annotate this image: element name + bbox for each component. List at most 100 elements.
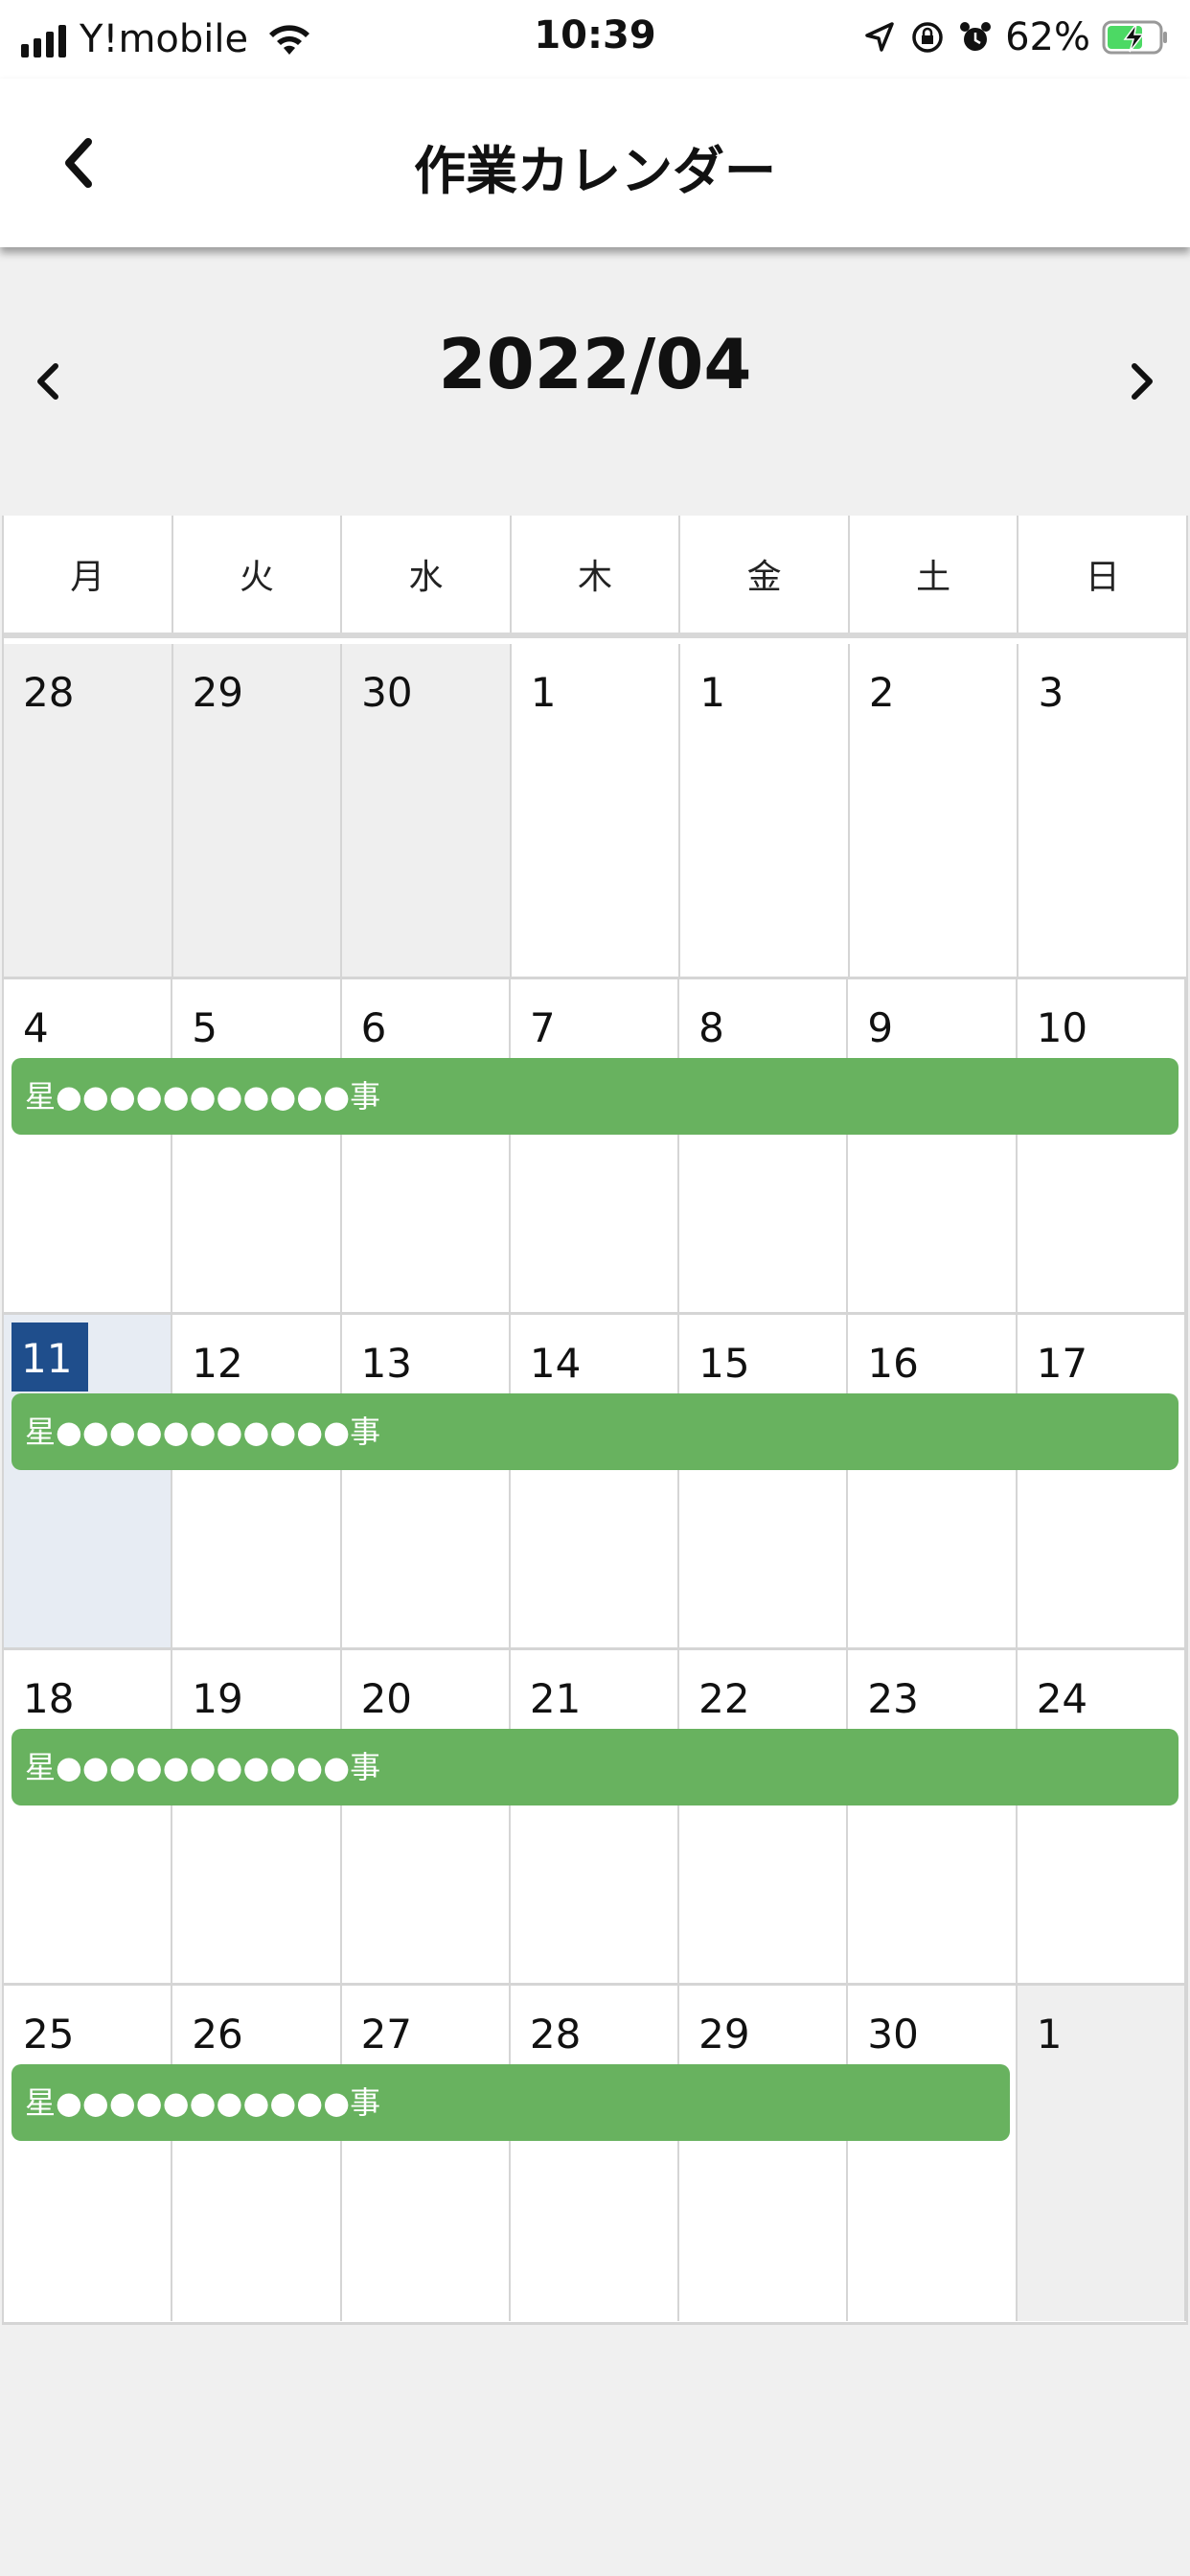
day-number: 1 bbox=[1036, 2011, 1063, 2058]
day-cell[interactable]: 28 bbox=[510, 1986, 680, 2321]
day-number: 7 bbox=[529, 1004, 556, 1051]
day-cell[interactable]: 20 bbox=[341, 1650, 511, 1983]
weekday-label: 水 bbox=[342, 516, 512, 632]
day-cell[interactable]: 1 bbox=[680, 644, 850, 977]
day-number: 14 bbox=[529, 1340, 582, 1387]
day-number: 8 bbox=[698, 1004, 724, 1051]
day-number: 29 bbox=[698, 2011, 750, 2058]
day-number: 27 bbox=[360, 2011, 413, 2058]
day-cell[interactable]: 18 bbox=[4, 1650, 173, 1983]
calendar-week-row: 18 19 20 21 22 23 24 星●●●●●●●●●●●事 bbox=[4, 1650, 1186, 1986]
day-cell[interactable]: 13 bbox=[341, 1315, 511, 1647]
event-bar[interactable]: 星●●●●●●●●●●●事 bbox=[11, 2064, 1010, 2141]
weekday-header-row: 月火水木金土 日 bbox=[4, 516, 1186, 638]
day-number: 20 bbox=[360, 1675, 413, 1722]
day-cell[interactable]: 27 bbox=[341, 1986, 511, 2321]
day-cell[interactable]: 16 bbox=[848, 1315, 1018, 1647]
day-number: 6 bbox=[360, 1004, 387, 1051]
day-cell[interactable]: 15 bbox=[679, 1315, 849, 1647]
day-number: 4 bbox=[23, 1004, 49, 1051]
day-number: 18 bbox=[23, 1675, 75, 1722]
day-number: 29 bbox=[192, 669, 244, 716]
day-number: 9 bbox=[867, 1004, 894, 1051]
day-cell[interactable]: 21 bbox=[510, 1650, 680, 1983]
day-cell[interactable]: 12 bbox=[172, 1315, 342, 1647]
day-number: 28 bbox=[529, 2011, 582, 2058]
day-number: 1 bbox=[699, 669, 726, 716]
day-number: 10 bbox=[1036, 1004, 1088, 1051]
weekday-label: 金 bbox=[680, 516, 850, 632]
day-number: 30 bbox=[361, 669, 413, 716]
nav-header: 作業カレンダー bbox=[0, 79, 1190, 247]
alarm-clock-icon bbox=[960, 22, 992, 51]
location-arrow-icon bbox=[865, 22, 894, 52]
weekday-label: 火 bbox=[173, 516, 343, 632]
day-number: 19 bbox=[192, 1675, 243, 1722]
calendar-week-row: 11 12 13 14 15 16 17 星●●●●●●●●●●●事 bbox=[4, 1315, 1186, 1650]
day-cell[interactable]: 24 bbox=[1017, 1650, 1186, 1983]
day-cell[interactable]: 1 bbox=[511, 644, 681, 977]
day-number: 15 bbox=[698, 1340, 750, 1387]
calendar-grid: 月火水木金土日 28 29 30 1 1 2 3 4 5 6 7 8 9 10 星●●●●●●●●●●●事 1… bbox=[2, 516, 1188, 2325]
day-cell[interactable]: 4 bbox=[4, 979, 173, 1312]
day-cell[interactable]: 30 bbox=[342, 644, 512, 977]
day-number: 24 bbox=[1036, 1675, 1088, 1722]
day-cell[interactable]: 23 bbox=[848, 1650, 1018, 1983]
day-number: 13 bbox=[360, 1340, 413, 1387]
day-number: 2 bbox=[868, 669, 895, 716]
weekday-label: 土 bbox=[850, 516, 1019, 632]
day-number: 21 bbox=[529, 1675, 582, 1722]
day-cell[interactable]: 17 bbox=[1017, 1315, 1186, 1647]
day-cell[interactable]: 28 bbox=[4, 644, 173, 977]
day-number: 22 bbox=[698, 1675, 750, 1722]
day-cell[interactable]: 8 bbox=[679, 979, 849, 1312]
day-number: 3 bbox=[1038, 669, 1064, 716]
status-right: 62% bbox=[861, 15, 1169, 59]
day-number: 26 bbox=[192, 2011, 243, 2058]
day-cell[interactable]: 7 bbox=[510, 979, 680, 1312]
battery-charging-icon bbox=[1102, 20, 1167, 55]
day-cell[interactable]: 1 bbox=[1017, 1986, 1186, 2321]
next-month-button[interactable] bbox=[1123, 355, 1161, 408]
day-cell[interactable]: 6 bbox=[341, 979, 511, 1312]
day-number: 30 bbox=[867, 2011, 919, 2058]
day-cell[interactable]: 29 bbox=[172, 644, 343, 977]
event-bar[interactable]: 星●●●●●●●●●●●事 bbox=[11, 1729, 1179, 1806]
day-cell[interactable]: 2 bbox=[849, 644, 1019, 977]
orientation-lock-icon bbox=[912, 22, 943, 53]
page-title: 作業カレンダー bbox=[414, 141, 776, 201]
day-number: 23 bbox=[867, 1675, 919, 1722]
calendar-week-row: 28 29 30 1 1 2 3 bbox=[4, 644, 1187, 979]
weekday-label: 木 bbox=[512, 516, 681, 632]
day-number: 17 bbox=[1036, 1340, 1088, 1387]
day-number: 5 bbox=[192, 1004, 218, 1051]
day-cell[interactable]: 25 bbox=[4, 1986, 173, 2321]
day-cell[interactable]: 5 bbox=[172, 979, 342, 1312]
calendar-week-row: 25 26 27 28 29 30 1 星●●●●●●●●●●●事 bbox=[4, 1986, 1186, 2321]
day-cell-today[interactable]: 11 bbox=[4, 1315, 173, 1647]
day-number: 1 bbox=[530, 669, 557, 716]
day-number: 11 bbox=[11, 1322, 88, 1392]
status-bar: Y!mobile 10:39 62% bbox=[0, 0, 1190, 79]
day-cell[interactable]: 9 bbox=[848, 979, 1018, 1312]
day-cell[interactable]: 10 bbox=[1017, 979, 1186, 1312]
day-number: 12 bbox=[192, 1340, 243, 1387]
calendar-week-row: 4 5 6 7 8 9 10 星●●●●●●●●●●●事 bbox=[4, 979, 1186, 1315]
event-bar[interactable]: 星●●●●●●●●●●●事 bbox=[11, 1393, 1179, 1470]
weekday-label: 月 bbox=[4, 516, 173, 632]
event-bar[interactable]: 星●●●●●●●●●●●事 bbox=[11, 1058, 1179, 1135]
day-number: 25 bbox=[23, 2011, 75, 2058]
day-cell[interactable]: 26 bbox=[172, 1986, 342, 2321]
day-number: 16 bbox=[867, 1340, 919, 1387]
day-cell[interactable]: 22 bbox=[679, 1650, 849, 1983]
day-cell[interactable]: 3 bbox=[1018, 644, 1187, 977]
app-screen: Y!mobile 10:39 62% 作業カレンダー 2022/04 月 火 水… bbox=[0, 0, 1190, 2576]
day-cell[interactable]: 19 bbox=[172, 1650, 342, 1983]
day-cell[interactable]: 30 bbox=[848, 1986, 1018, 2321]
weekday-label: 日 bbox=[1085, 558, 1120, 597]
day-number: 28 bbox=[23, 669, 75, 716]
month-navigation: 2022/04 bbox=[0, 247, 1190, 516]
day-cell[interactable]: 14 bbox=[510, 1315, 680, 1647]
day-cell[interactable]: 29 bbox=[679, 1986, 849, 2321]
battery-percentage: 62% bbox=[1005, 15, 1090, 59]
